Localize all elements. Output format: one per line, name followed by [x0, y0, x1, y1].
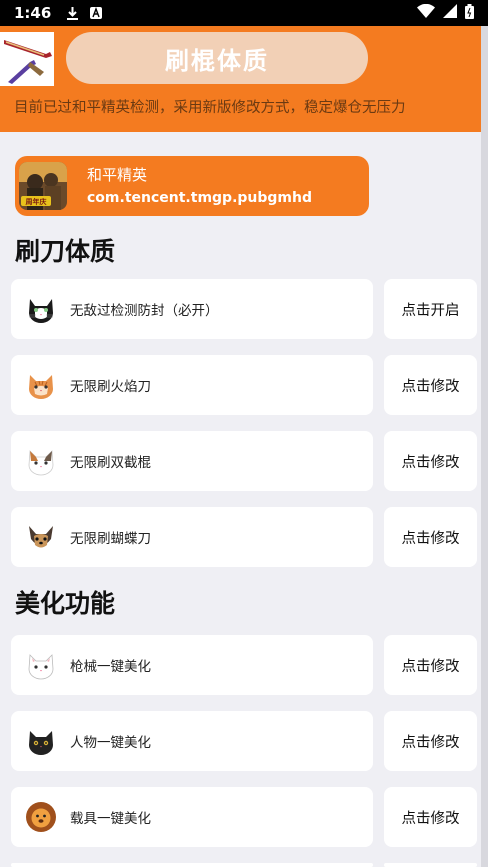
- scrollbar-track[interactable]: [481, 26, 488, 867]
- modify-butterfly-knife-button[interactable]: 点击修改: [384, 507, 477, 567]
- status-time: 1:46: [14, 4, 52, 22]
- feature-label: 人物一键美化: [70, 735, 151, 751]
- feature-label: 载具一键美化: [70, 811, 151, 827]
- section-title-knife: 刷刀体质: [15, 237, 116, 266]
- notification-a-icon: [89, 6, 103, 20]
- orange-cat-icon: [25, 369, 57, 401]
- app-name: 和平精英: [87, 166, 148, 184]
- feature-row-character-skin: 人物一键美化: [11, 711, 373, 771]
- feature-label: 无限刷蝴蝶刀: [70, 531, 151, 547]
- modify-flame-knife-button[interactable]: 点击修改: [384, 355, 477, 415]
- feature-label: 无敌过检测防封（必开）: [70, 303, 219, 319]
- svg-text:周年庆: 周年庆: [26, 197, 47, 206]
- yorkie-dog-icon: [25, 521, 57, 553]
- app-package: com.tencent.tmgp.pubgmhd: [87, 190, 312, 206]
- feature-row-partial: [11, 863, 373, 867]
- signal-icon: [443, 4, 457, 22]
- white-cat-icon: [25, 649, 57, 681]
- feature-label: 枪械一键美化: [70, 659, 151, 675]
- detection-notice: 目前已过和平精英检测，采用新版修改方式，稳定爆仓无压力: [14, 100, 406, 116]
- feature-row-weapon-skin: 枪械一键美化: [11, 635, 373, 695]
- feature-row-vehicle-skin: 载具一键美化: [11, 787, 373, 847]
- modify-vehicle-skin-button[interactable]: 点击修改: [384, 787, 477, 847]
- feature-row-flame-knife: 无限刷火焰刀: [11, 355, 373, 415]
- black-cat-icon: [25, 725, 57, 757]
- calico-cat-icon: [25, 445, 57, 477]
- download-icon: [65, 6, 79, 20]
- header: 刷棍体质 目前已过和平精英检测，采用新版修改方式，稳定爆仓无压力: [0, 26, 488, 132]
- status-icons: [417, 3, 474, 23]
- page-title: 刷棍体质: [66, 32, 368, 84]
- modify-character-skin-button[interactable]: 点击修改: [384, 711, 477, 771]
- status-bar: 1:46: [0, 0, 488, 26]
- lion-icon: [25, 801, 57, 833]
- game-app-icon: 周年庆: [19, 162, 67, 210]
- feature-label: 无限刷双截棍: [70, 455, 151, 471]
- feature-label: 无限刷火焰刀: [70, 379, 151, 395]
- partial-action-button[interactable]: [384, 863, 477, 867]
- feature-row-butterfly-knife: 无限刷蝴蝶刀: [11, 507, 373, 567]
- modify-nunchucks-button[interactable]: 点击修改: [384, 431, 477, 491]
- section-title-beautify: 美化功能: [15, 589, 116, 618]
- modify-weapon-skin-button[interactable]: 点击修改: [384, 635, 477, 695]
- enable-anti-ban-button[interactable]: 点击开启: [384, 279, 477, 339]
- target-app-card[interactable]: 周年庆 和平精英 com.tencent.tmgp.pubgmhd: [15, 156, 369, 216]
- battery-icon: [465, 3, 474, 23]
- weapon-thumbnail-icon: [0, 32, 54, 86]
- tuxedo-cat-icon: [25, 293, 57, 325]
- wifi-icon: [417, 3, 435, 22]
- feature-row-anti-ban: 无敌过检测防封（必开）: [11, 279, 373, 339]
- feature-row-nunchucks: 无限刷双截棍: [11, 431, 373, 491]
